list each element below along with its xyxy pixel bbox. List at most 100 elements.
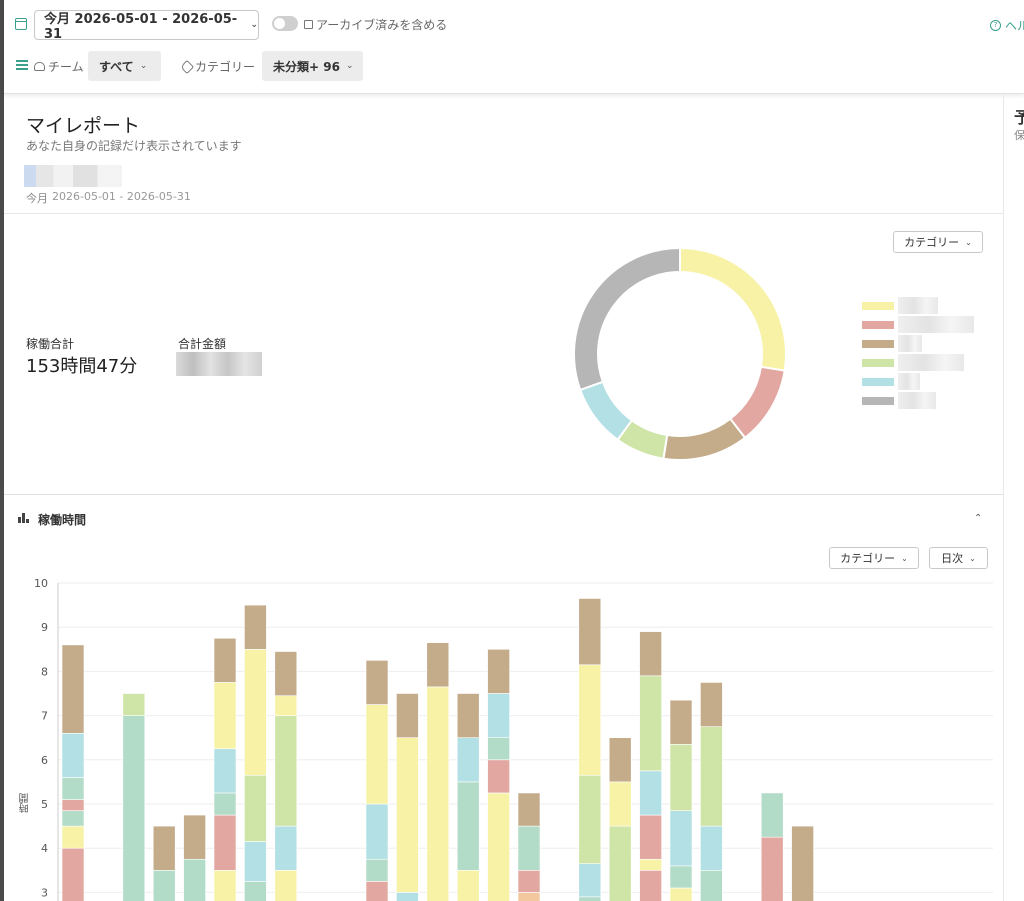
bar-segment[interactable] xyxy=(213,792,237,816)
bar-segment[interactable] xyxy=(700,869,723,901)
bar-segment[interactable] xyxy=(456,693,480,739)
pie-slice[interactable] xyxy=(662,417,747,461)
bar-segment[interactable] xyxy=(700,726,723,827)
team-select[interactable]: すべて ⌄ xyxy=(88,51,161,81)
bar-segment[interactable] xyxy=(517,792,541,827)
total-hours-value: 153時間47分 xyxy=(26,356,138,377)
category-select[interactable]: 未分類+ 96 ⌄ xyxy=(262,51,363,81)
bar-segment[interactable] xyxy=(426,642,450,688)
section-divider xyxy=(4,494,1003,495)
bar-segment[interactable] xyxy=(183,858,206,901)
bar-segment[interactable] xyxy=(244,841,267,882)
bar-groupby-select[interactable]: カテゴリー ⌄ xyxy=(829,547,919,569)
user-name-redacted xyxy=(24,165,122,187)
pie-groupby-select[interactable]: カテゴリー ⌄ xyxy=(893,231,983,253)
pie-slice[interactable] xyxy=(578,380,634,442)
bar-interval-select[interactable]: 日次 ⌄ xyxy=(929,547,988,569)
bar-segment[interactable] xyxy=(213,814,237,871)
bar-segment[interactable] xyxy=(517,825,541,871)
bar-segment[interactable] xyxy=(122,715,146,901)
bar-segment[interactable] xyxy=(578,896,602,901)
bar-segment[interactable] xyxy=(365,660,389,705)
bar-segment[interactable] xyxy=(760,792,784,838)
bar-segment[interactable] xyxy=(213,869,237,901)
bar-segment[interactable] xyxy=(700,682,723,727)
bar-segment[interactable] xyxy=(608,825,632,901)
help-link[interactable]: ? ヘルプ xyxy=(990,17,1024,34)
bar-segment[interactable] xyxy=(274,651,298,697)
bar-segment[interactable] xyxy=(61,847,85,901)
bar-segment[interactable] xyxy=(608,737,632,783)
bar-segment[interactable] xyxy=(61,810,85,827)
bar-segment[interactable] xyxy=(456,781,480,871)
bar-segment[interactable] xyxy=(152,825,176,871)
bar-segment[interactable] xyxy=(487,649,510,694)
chevron-up-icon[interactable]: ⌃ xyxy=(974,513,982,524)
bar-segment[interactable] xyxy=(669,810,693,867)
bar-segment[interactable] xyxy=(669,865,693,889)
bar-segment[interactable] xyxy=(456,869,480,901)
archive-toggle[interactable] xyxy=(272,16,298,31)
bar-segment[interactable] xyxy=(578,863,602,898)
bar-segment[interactable] xyxy=(487,737,510,761)
bar-segment[interactable] xyxy=(639,869,662,901)
bar-segment[interactable] xyxy=(669,887,693,901)
people-icon xyxy=(34,62,45,71)
bar-segment[interactable] xyxy=(487,759,510,794)
bar-segment[interactable] xyxy=(517,892,541,901)
bar-segment[interactable] xyxy=(244,649,267,776)
bar-segment[interactable] xyxy=(274,825,298,871)
bar-segment[interactable] xyxy=(183,814,206,860)
bar-segment[interactable] xyxy=(61,644,85,734)
pie-slice[interactable] xyxy=(573,246,681,392)
bar-segment[interactable] xyxy=(213,637,237,683)
bar-segment[interactable] xyxy=(639,631,662,677)
bar-segment[interactable] xyxy=(274,869,298,901)
bar-segment[interactable] xyxy=(152,869,176,901)
bar-segment[interactable] xyxy=(61,825,85,849)
bar-segment[interactable] xyxy=(760,836,784,901)
bar-segment[interactable] xyxy=(274,695,298,716)
bar-segment[interactable] xyxy=(213,682,237,750)
bar-segment[interactable] xyxy=(396,737,419,893)
bar-segment[interactable] xyxy=(396,693,419,739)
bar-segment[interactable] xyxy=(700,825,723,871)
pie-slice[interactable] xyxy=(728,365,786,440)
bar-segment[interactable] xyxy=(487,792,510,901)
bar-segment[interactable] xyxy=(396,892,419,901)
date-range-button[interactable]: 今月 2026-05-01 - 2026-05-31 ⌄ xyxy=(34,10,259,42)
bar-segment[interactable] xyxy=(639,770,662,816)
bar-segment[interactable] xyxy=(487,693,510,739)
bar-segment[interactable] xyxy=(639,675,662,772)
bar-segment[interactable] xyxy=(244,604,267,650)
bar-segment[interactable] xyxy=(122,693,146,716)
bar-segment[interactable] xyxy=(608,781,632,827)
bar-segment[interactable] xyxy=(791,825,814,901)
bar-segment[interactable] xyxy=(578,774,602,864)
bar-segment[interactable] xyxy=(365,803,389,860)
bar-segment[interactable] xyxy=(578,598,602,666)
bar-segment[interactable] xyxy=(365,881,389,901)
bar-segment[interactable] xyxy=(639,814,662,860)
bar-segment[interactable] xyxy=(456,737,480,783)
bar-segment[interactable] xyxy=(578,664,602,776)
bar-segment[interactable] xyxy=(426,686,450,901)
bar-segment[interactable] xyxy=(244,881,267,901)
bar-segment[interactable] xyxy=(517,869,541,893)
bar-segment[interactable] xyxy=(244,774,267,842)
bar-segment[interactable] xyxy=(365,704,389,805)
total-amount-redacted xyxy=(176,352,262,376)
total-amount-label: 合計金額 xyxy=(178,337,227,351)
archive-label: アーカイブ済みを含める xyxy=(304,16,447,33)
bar-segment[interactable] xyxy=(274,715,298,827)
bar-segment[interactable] xyxy=(61,799,85,811)
bar-segment[interactable] xyxy=(213,748,237,794)
bar-segment[interactable] xyxy=(669,699,693,745)
bar-segment[interactable] xyxy=(61,732,85,778)
pie-slice[interactable] xyxy=(679,246,787,372)
section-divider xyxy=(4,213,1003,214)
bar-segment[interactable] xyxy=(639,858,662,871)
bar-segment[interactable] xyxy=(365,858,389,882)
bar-segment[interactable] xyxy=(61,777,85,800)
bar-segment[interactable] xyxy=(669,744,693,811)
